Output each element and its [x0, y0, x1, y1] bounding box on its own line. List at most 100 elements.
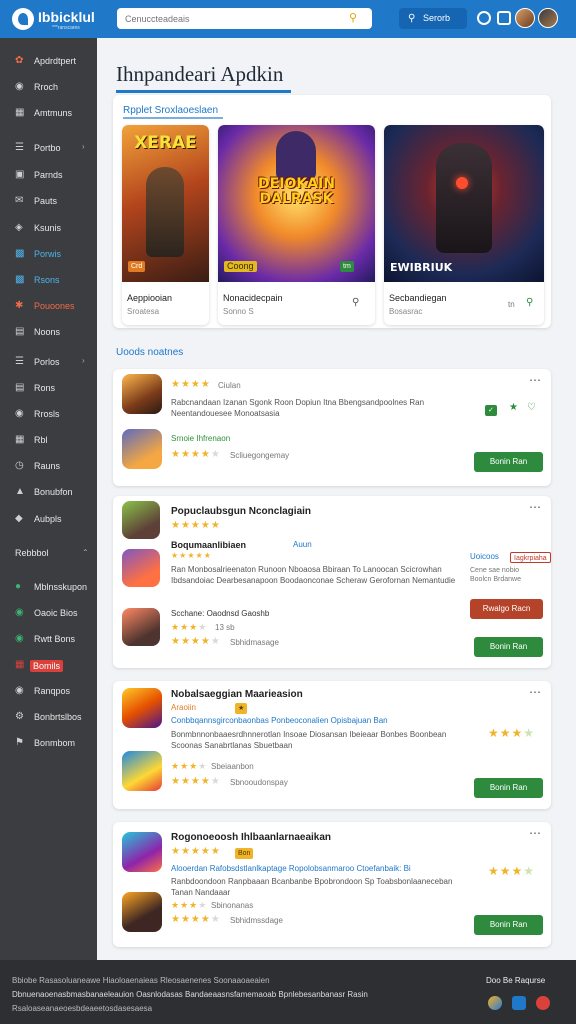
- featured-tag: Crd: [128, 261, 146, 272]
- app-link[interactable]: Alooerdan Rafobsdstlanlkaptage Ropolobsa…: [171, 864, 411, 873]
- sidebar-item-label: Rons: [34, 383, 56, 393]
- trophy-icon: ▲: [15, 486, 25, 497]
- side-tag: Iagkrpiaha: [510, 552, 551, 563]
- sidebar-item[interactable]: ◈ Ksunis: [0, 217, 97, 239]
- install-button[interactable]: Bonin Ran: [474, 637, 543, 657]
- search-icon[interactable]: ⚲: [526, 297, 533, 308]
- featured-card[interactable]: DEIOKAIN DALRASK Coong tm Nonacidecpain …: [218, 125, 375, 325]
- rating-stars: ★★★★: [171, 900, 208, 910]
- sidebar-item-label: Bomils: [30, 660, 64, 672]
- install-button[interactable]: Bonin Ran: [474, 452, 543, 472]
- featured-subtitle: Bosasrac: [389, 307, 423, 316]
- sidebar-item[interactable]: ◷ Rauns: [0, 455, 97, 477]
- sidebar-item[interactable]: ▩ Rsons: [0, 269, 97, 291]
- sidebar-item[interactable]: ✉ Pauts: [0, 190, 97, 212]
- sidebar-item-label: Bonbrtslbos: [34, 712, 82, 722]
- heart-icon[interactable]: ♡: [527, 402, 536, 413]
- more-options-icon[interactable]: ⋯: [529, 826, 541, 840]
- star-icon[interactable]: ★: [509, 402, 518, 413]
- promo-button[interactable]: Rwalgo Racn: [470, 599, 543, 619]
- search-button[interactable]: ⚲ Serorb: [399, 8, 467, 29]
- globe-icon: ◉: [15, 81, 24, 92]
- avatar-secondary[interactable]: [538, 8, 558, 28]
- featured-badge: tm: [340, 261, 354, 272]
- app-store-icon[interactable]: [488, 996, 502, 1010]
- sidebar-section-header[interactable]: Rebbbol ⌃: [15, 548, 89, 558]
- app-icon[interactable]: [122, 892, 162, 932]
- sidebar-item[interactable]: ▦ Rbl: [0, 429, 97, 451]
- sidebar-item[interactable]: ☰ Porlos ›: [0, 351, 97, 373]
- sidebar-item[interactable]: ◉ Oaoic Bios: [0, 602, 97, 624]
- avatar[interactable]: [515, 8, 535, 28]
- app-title[interactable]: Popuclaubsgun Nconclagiain: [171, 506, 311, 517]
- clock-icon: ◷: [15, 460, 24, 471]
- logo-icon[interactable]: [12, 8, 34, 30]
- sidebar-item[interactable]: ☰ Portbo ›: [0, 137, 97, 159]
- sidebar-item[interactable]: ▣ Parnds: [0, 164, 97, 186]
- section-link[interactable]: Uoods noatnes: [116, 347, 183, 358]
- sidebar-item-active[interactable]: ▦ Bomils: [0, 654, 97, 676]
- rating-stars: ★★★★★: [171, 776, 221, 787]
- app-link[interactable]: Conbbqannsgirconbaonbas Ponbeoconalien O…: [171, 716, 388, 725]
- search-icon[interactable]: ⚲: [349, 11, 357, 24]
- sidebar-item[interactable]: ▲ Bonubfon: [0, 481, 97, 503]
- app-icon[interactable]: [122, 374, 162, 414]
- sidebar-item[interactable]: ▤ Rons: [0, 377, 97, 399]
- app-icon[interactable]: [122, 751, 162, 791]
- sidebar-item[interactable]: ◉ Rwtt Bons: [0, 628, 97, 650]
- sidebar-item[interactable]: ⚙ Bonbrtslbos: [0, 706, 97, 728]
- sidebar-item[interactable]: ◉ Ranqpos: [0, 680, 97, 702]
- sidebar-item[interactable]: ▩ Porwis: [0, 243, 97, 265]
- featured-card[interactable]: EWIBRIUK Secbandiegan Bosasrac tn ⚲: [384, 125, 544, 325]
- sidebar-item[interactable]: ◉ Rroch: [0, 76, 97, 98]
- mail-icon: ✉: [15, 195, 24, 206]
- more-options-icon[interactable]: ⋯: [529, 500, 541, 514]
- app-description: Rabcnandaan Izanan Sgonk Roon Dopiun Itn…: [171, 398, 425, 418]
- sidebar-item-label: Amtmuns: [34, 108, 73, 118]
- sidebar-item-label: Porwis: [34, 249, 62, 259]
- logo-text[interactable]: Ibbicklul: [38, 9, 95, 25]
- play-store-icon[interactable]: [512, 996, 526, 1010]
- sidebar-item-label: Rauns: [34, 461, 61, 471]
- more-options-icon[interactable]: ⋯: [529, 685, 541, 699]
- notifications-icon[interactable]: [497, 11, 511, 25]
- featured-name: Secbandiegan: [389, 293, 447, 303]
- more-options-icon[interactable]: ⋯: [529, 373, 541, 387]
- sidebar-item[interactable]: ◉ Rrosls: [0, 403, 97, 425]
- app-icon[interactable]: [122, 688, 162, 728]
- search-icon[interactable]: ⚲: [352, 297, 359, 308]
- social-icon[interactable]: [536, 996, 550, 1010]
- app-icon[interactable]: [122, 832, 162, 872]
- featured-art: DEIOKAIN DALRASK Coong tm: [218, 125, 375, 282]
- app-subtitle: Araoiin: [171, 703, 196, 712]
- side-label[interactable]: Uoicoos: [470, 552, 499, 561]
- search-box[interactable]: ⚲: [117, 8, 372, 29]
- calendar-icon: ▦: [15, 434, 25, 445]
- sidebar: ✿ Apdrdtpert ◉ Rroch ▦ Amtmuns ☰ Portbo › ▣ Pa…: [0, 38, 97, 960]
- sidebar-item-label: Oaoic Bios: [34, 608, 78, 618]
- search-input[interactable]: [125, 11, 345, 26]
- featured-heading[interactable]: Rpplet Sroxlaoeslaen: [123, 105, 218, 116]
- footer-right-text[interactable]: Doo Be Raqurse: [486, 976, 545, 985]
- app-link[interactable]: Auun: [293, 540, 312, 549]
- sidebar-item[interactable]: ⚑ Bonmbom: [0, 732, 97, 754]
- app-icon[interactable]: [122, 429, 162, 469]
- sidebar-item[interactable]: ✱ Pouoones: [0, 295, 97, 317]
- app-icon[interactable]: [122, 549, 160, 587]
- install-button[interactable]: Bonin Ran: [474, 778, 543, 798]
- app-title[interactable]: Nobalsaeggian Maarieasion: [171, 689, 303, 700]
- rating-stars: ★★★★: [171, 379, 211, 390]
- sidebar-item[interactable]: ✿ Apdrdtpert: [0, 50, 97, 72]
- sidebar-item[interactable]: ▦ Amtmuns: [0, 102, 97, 124]
- sidebar-item[interactable]: ▤ Noons: [0, 321, 97, 343]
- calendar-icon: ▦: [15, 659, 25, 670]
- install-button[interactable]: Bonin Ran: [474, 915, 543, 935]
- app-title[interactable]: Rogonoeoosh Ihlbaanlarnaeaikan: [171, 832, 331, 843]
- settings-icon[interactable]: [477, 11, 491, 25]
- sidebar-item[interactable]: ◆ Aubpls: [0, 508, 97, 530]
- rating-text: Sbinonanas: [211, 901, 254, 910]
- sidebar-item[interactable]: ● Mblnsskupon: [0, 576, 97, 598]
- app-icon[interactable]: [122, 608, 160, 646]
- featured-card[interactable]: XERAE Crd Aeppiooian Sroatesa: [122, 125, 209, 325]
- app-icon[interactable]: [122, 501, 160, 539]
